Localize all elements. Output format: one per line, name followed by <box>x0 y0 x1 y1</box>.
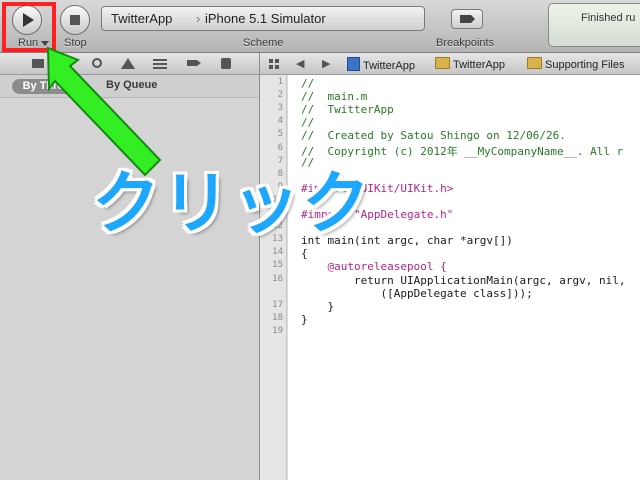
click-instruction-text: クリック <box>92 165 373 244</box>
